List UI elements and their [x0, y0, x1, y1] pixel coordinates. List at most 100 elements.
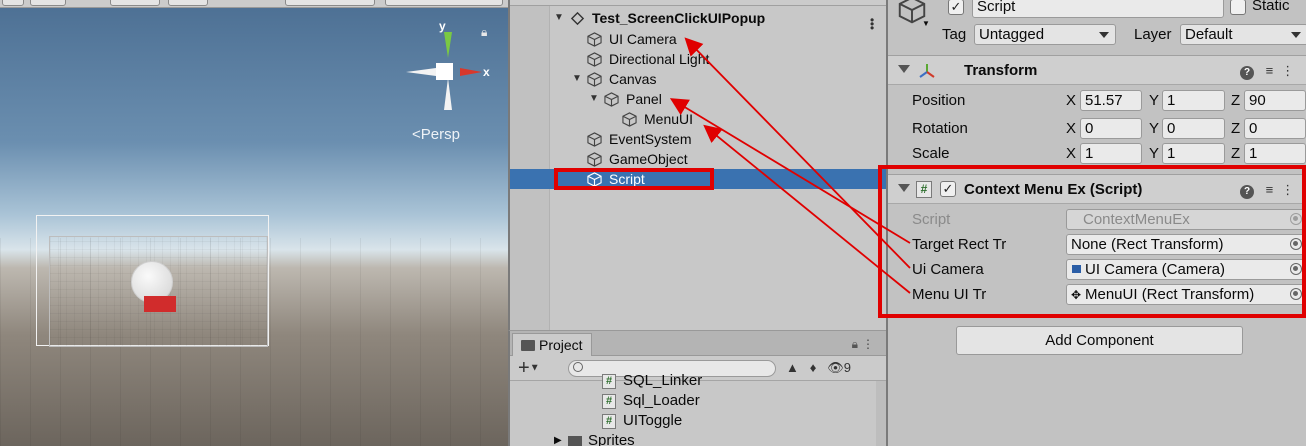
- gameobject-cube-icon: [604, 92, 619, 107]
- component-title: Transform: [964, 62, 1038, 79]
- hierarchy-item-ui-camera[interactable]: UI Camera: [510, 29, 886, 49]
- position-y-field[interactable]: 1: [1162, 90, 1225, 111]
- tag-dropdown[interactable]: Untagged: [974, 24, 1116, 45]
- object-picker-icon[interactable]: [1290, 288, 1302, 300]
- hierarchy-item-label: Canvas: [609, 71, 657, 87]
- position-z-field[interactable]: 90: [1244, 90, 1306, 111]
- lock-icon[interactable]: 🔒︎: [852, 337, 858, 352]
- object-picker-icon[interactable]: [1290, 238, 1302, 250]
- hierarchy-item-canvas[interactable]: ▼ Canvas: [510, 69, 886, 89]
- inspector-panel[interactable]: ▼ ✓ Script Static Tag Untagged Layer Def…: [886, 0, 1306, 446]
- active-checkbox[interactable]: ✓: [948, 0, 964, 15]
- more-options-icon[interactable]: ⋮: [1281, 182, 1302, 197]
- project-panel[interactable]: Project 🔒︎ ⋮ +▼ ▲ ♦ 👁︎9 # SQL_Linker # S…: [508, 330, 886, 446]
- expand-arrow-icon[interactable]: ▼: [589, 89, 601, 109]
- scale-z-field[interactable]: 1: [1244, 143, 1306, 164]
- rect-transform-icon: ✥: [1071, 288, 1082, 302]
- hierarchy-item-directional-light[interactable]: Directional Light: [510, 49, 886, 69]
- axis-z-label[interactable]: Z: [1231, 92, 1240, 109]
- filter-by-type-icon[interactable]: ▲: [786, 360, 799, 375]
- scale-y-field[interactable]: 1: [1162, 143, 1225, 164]
- axis-x-label[interactable]: X: [1066, 92, 1076, 109]
- hierarchy-item-script[interactable]: Script: [510, 169, 886, 189]
- red-cube-object[interactable]: [144, 296, 176, 312]
- axis-y-label[interactable]: Y: [1149, 92, 1159, 109]
- component-enabled-checkbox[interactable]: ✓: [940, 181, 956, 197]
- static-checkbox[interactable]: [1230, 0, 1246, 15]
- axis-z-label[interactable]: Z: [1231, 145, 1240, 162]
- tab-label: Project: [539, 337, 583, 353]
- tab-project[interactable]: Project: [512, 333, 592, 356]
- more-options-icon[interactable]: ⋮: [862, 337, 874, 351]
- transform-component-header[interactable]: Transform ? ≡⋮: [888, 55, 1306, 85]
- rotation-z-field[interactable]: 0: [1244, 118, 1306, 139]
- hidden-packages-icon[interactable]: 👁︎: [827, 360, 844, 375]
- position-label: Position: [912, 92, 966, 109]
- preset-icon[interactable]: ≡: [1266, 63, 1282, 78]
- rotation-x-field[interactable]: 0: [1080, 118, 1142, 139]
- hierarchy-item-label: GameObject: [609, 151, 688, 167]
- foldout-arrow-icon[interactable]: [898, 65, 910, 73]
- axis-x-label[interactable]: X: [1066, 120, 1076, 137]
- hierarchy-scene-row[interactable]: ▼ Test_ScreenClickUIPopup • • •: [510, 8, 886, 34]
- help-icon[interactable]: ?: [1240, 66, 1254, 80]
- axis-x-label[interactable]: X: [1066, 145, 1076, 162]
- rotation-y-field[interactable]: 0: [1162, 118, 1225, 139]
- x-axis-cone[interactable]: [460, 68, 482, 76]
- add-component-button[interactable]: Add Component: [956, 326, 1243, 355]
- hierarchy-item-panel[interactable]: ▼ Panel: [510, 89, 886, 109]
- object-name-input[interactable]: Script: [972, 0, 1224, 18]
- script-component-header[interactable]: # ✓ Context Menu Ex (Script) ? ≡⋮: [888, 174, 1306, 204]
- foldout-arrow-icon[interactable]: [898, 184, 910, 192]
- lock-icon[interactable]: 🔒︎: [481, 25, 487, 40]
- more-options-icon[interactable]: ⋮: [1281, 63, 1302, 78]
- camera-icon: [1072, 265, 1081, 273]
- target-rect-tr-field[interactable]: None (Rect Transform): [1066, 234, 1306, 255]
- hierarchy-item-label: Directional Light: [609, 51, 710, 67]
- scene-toolbar-button[interactable]: [168, 0, 208, 6]
- persp-icon: <: [412, 126, 421, 143]
- icon-dropdown-caret-icon[interactable]: ▼: [922, 19, 930, 28]
- scene-toolbar-button[interactable]: [2, 0, 24, 6]
- add-asset-button[interactable]: +▼: [518, 357, 540, 380]
- layer-dropdown[interactable]: Default: [1180, 24, 1306, 45]
- neg-x-axis-cone[interactable]: [406, 68, 436, 76]
- chevron-down-icon: [1099, 32, 1109, 38]
- scene-view[interactable]: y x 🔒︎ <Persp: [0, 0, 508, 446]
- expand-arrow-icon[interactable]: ▶: [554, 431, 562, 446]
- help-icon[interactable]: ?: [1240, 185, 1254, 199]
- scene-toolbar-dropdown[interactable]: [285, 0, 375, 6]
- menu-ui-tr-value: MenuUI (Rect Transform): [1085, 286, 1255, 303]
- folder-icon: [521, 340, 535, 351]
- neg-y-axis-cone[interactable]: [444, 78, 452, 110]
- hierarchy-item-eventsystem[interactable]: EventSystem: [510, 129, 886, 149]
- scene-toolbar-button[interactable]: [110, 0, 160, 6]
- filter-by-label-icon[interactable]: ♦: [810, 360, 817, 375]
- menu-ui-tr-field[interactable]: ✥ MenuUI (Rect Transform): [1066, 284, 1306, 305]
- hierarchy-item-label: Script: [609, 171, 645, 187]
- hierarchy-toolbar: [510, 0, 886, 6]
- hierarchy-panel[interactable]: ▼ Test_ScreenClickUIPopup • • • UI Camera …: [508, 0, 886, 330]
- object-picker-icon[interactable]: [1290, 263, 1302, 275]
- hierarchy-item-label: EventSystem: [609, 131, 692, 147]
- x-axis-label: x: [483, 65, 490, 79]
- asset-label: Sql_Loader: [623, 392, 700, 409]
- scale-x-field[interactable]: 1: [1080, 143, 1142, 164]
- gameobject-cube-icon: [587, 132, 602, 147]
- hierarchy-item-menuui[interactable]: MenuUI: [510, 109, 886, 129]
- axis-y-label[interactable]: Y: [1149, 120, 1159, 137]
- scene-toolbar-button[interactable]: [30, 0, 66, 6]
- project-scrollbar[interactable]: [876, 381, 886, 446]
- projection-toggle[interactable]: <Persp: [412, 126, 460, 143]
- expand-arrow-icon[interactable]: ▼: [572, 69, 584, 89]
- scene-search-field[interactable]: [385, 0, 503, 6]
- y-axis-cone[interactable]: [444, 32, 452, 58]
- preset-icon[interactable]: ≡: [1266, 182, 1282, 197]
- position-x-field[interactable]: 51.57: [1080, 90, 1142, 111]
- axis-z-label[interactable]: Z: [1231, 120, 1240, 137]
- ui-camera-field[interactable]: UI Camera (Camera): [1066, 259, 1306, 280]
- axis-y-label[interactable]: Y: [1149, 145, 1159, 162]
- gizmo-center-cube[interactable]: [436, 63, 453, 80]
- hierarchy-item-gameobject[interactable]: GameObject: [510, 149, 886, 169]
- expand-arrow-icon[interactable]: ▼: [554, 8, 566, 28]
